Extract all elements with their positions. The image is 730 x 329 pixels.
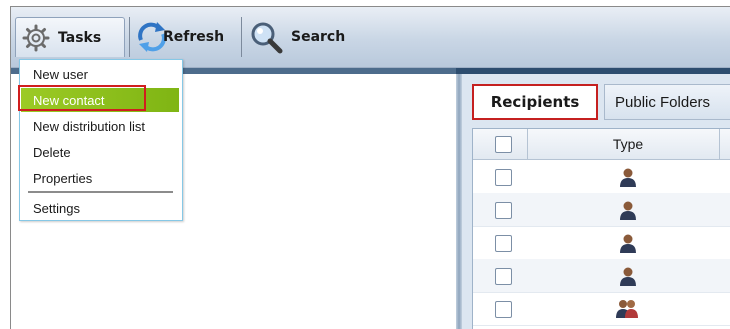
refresh-label: Refresh (163, 29, 225, 45)
column-header-type-label: Type (612, 136, 644, 152)
row-checkbox[interactable] (495, 268, 512, 285)
recipients-grid: Type (472, 128, 730, 329)
menu-item-new-user[interactable]: New user (21, 62, 179, 86)
menu-item-label: Properties (33, 170, 93, 186)
gear-icon (22, 24, 50, 52)
user-icon (619, 233, 637, 258)
tab-public-folders[interactable]: Public Folders (604, 84, 730, 120)
menu-item-delete[interactable]: Delete (21, 140, 179, 164)
group-icon (615, 298, 639, 323)
user-icon (619, 200, 637, 225)
menu-item-properties[interactable]: Properties (21, 166, 179, 190)
table-row[interactable] (473, 292, 730, 326)
column-separator (719, 129, 720, 159)
right-pane: Recipients Public Folders Type (462, 74, 730, 329)
menu-separator (28, 191, 173, 193)
tab-recipients-label: Recipients (490, 93, 580, 111)
toolbar-separator (129, 17, 130, 57)
search-label: Search (291, 29, 346, 45)
toolbar-separator (241, 17, 242, 57)
grid-header: Type (473, 129, 730, 160)
user-icon (619, 266, 637, 291)
highlight-box (18, 85, 146, 111)
menu-item-label: Settings (33, 200, 80, 216)
menu-item-settings[interactable]: Settings (21, 196, 179, 220)
row-checkbox[interactable] (495, 169, 512, 186)
tasks-menu: New user New contact New distribution li… (19, 59, 183, 221)
tab-public-folders-label: Public Folders (615, 93, 711, 111)
column-header-type[interactable]: Type (547, 129, 709, 159)
table-row[interactable] (473, 160, 730, 194)
menu-item-label: New user (33, 66, 88, 82)
tab-recipients[interactable]: Recipients (472, 84, 598, 120)
menu-item-label: New distribution list (33, 118, 145, 134)
tasks-label: Tasks (58, 29, 102, 46)
column-separator (527, 129, 528, 159)
search-button[interactable]: Search (249, 17, 345, 57)
application-window: Tasks Refresh Search Recipients Public F… (10, 6, 730, 329)
menu-item-new-distribution-list[interactable]: New distribution list (21, 114, 179, 138)
row-checkbox[interactable] (495, 235, 512, 252)
row-checkbox[interactable] (495, 202, 512, 219)
menu-item-label: Delete (33, 144, 71, 160)
table-row[interactable] (473, 259, 730, 293)
user-icon (619, 167, 637, 192)
refresh-button[interactable]: Refresh (135, 17, 224, 57)
row-checkbox[interactable] (495, 301, 512, 318)
table-row[interactable] (473, 193, 730, 227)
table-row[interactable] (473, 226, 730, 260)
search-icon (249, 20, 283, 54)
tasks-button[interactable]: Tasks (15, 17, 125, 57)
select-all-checkbox[interactable] (495, 136, 512, 153)
